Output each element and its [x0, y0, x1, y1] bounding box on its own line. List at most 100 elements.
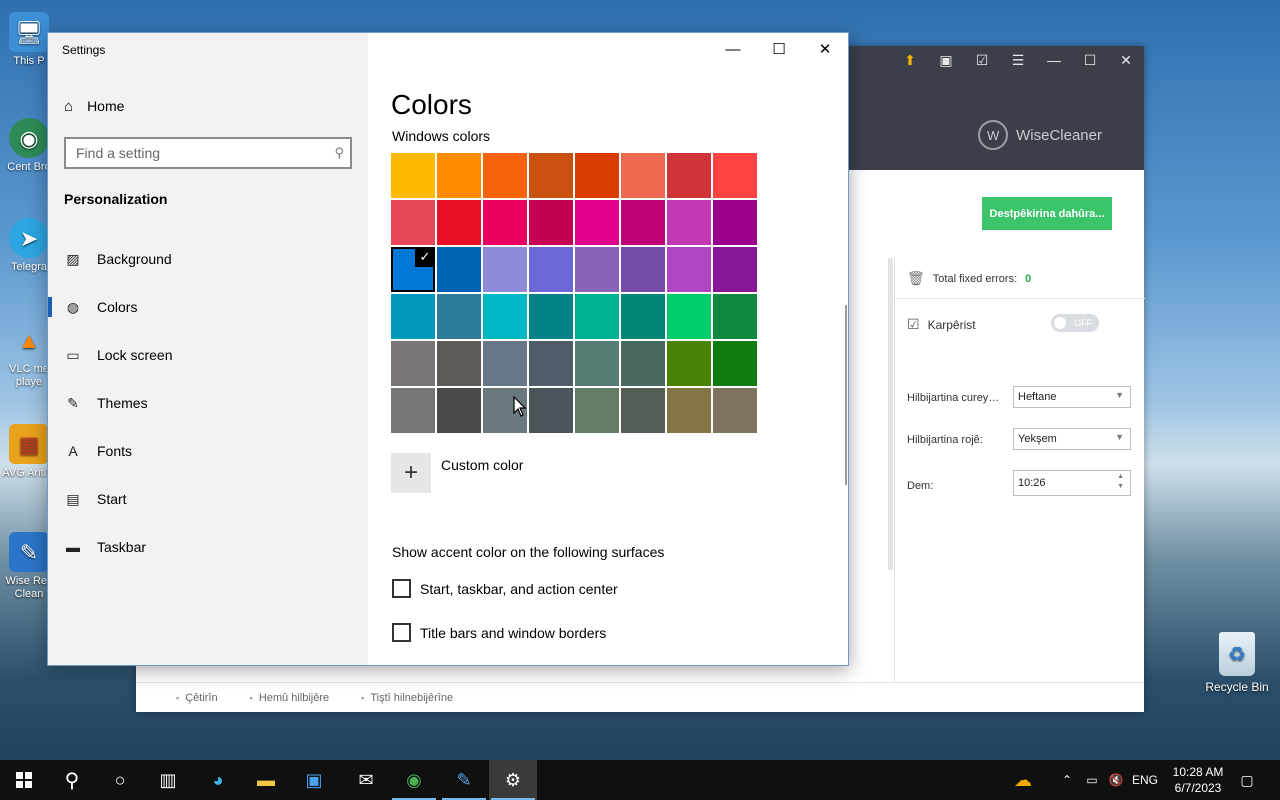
nav-item-colors[interactable]: ◍ Colors: [48, 289, 368, 325]
maximize-button[interactable]: ☐: [756, 33, 802, 65]
stepper-arrows-icon[interactable]: ▲ ▼: [1117, 472, 1124, 492]
color-swatch[interactable]: [621, 200, 665, 245]
color-swatch[interactable]: ✓: [391, 247, 435, 292]
color-swatch[interactable]: [667, 200, 711, 245]
frequency-select[interactable]: Heftane ▼: [1013, 386, 1131, 408]
color-swatch[interactable]: [483, 200, 527, 245]
footer-link-select-all[interactable]: Hemû hilbijêre: [250, 692, 329, 704]
color-swatch[interactable]: [437, 200, 481, 245]
color-swatch[interactable]: [437, 388, 481, 433]
volume-muted-icon[interactable]: 🔇: [1106, 760, 1126, 800]
color-swatch[interactable]: [713, 294, 757, 339]
color-swatch[interactable]: [437, 341, 481, 386]
color-swatch[interactable]: [621, 388, 665, 433]
color-swatch[interactable]: [575, 247, 619, 292]
color-swatch[interactable]: [483, 294, 527, 339]
nav-item-lock-screen[interactable]: ▭ Lock screen: [48, 337, 368, 373]
color-swatch[interactable]: [483, 153, 527, 198]
custom-color-button[interactable]: + Custom color: [391, 453, 523, 493]
nav-item-themes[interactable]: ✎ Themes: [48, 385, 368, 421]
checkbox-title-bars[interactable]: Title bars and window borders: [392, 623, 606, 642]
color-swatch[interactable]: [667, 388, 711, 433]
color-swatch[interactable]: [391, 294, 435, 339]
language-indicator[interactable]: ENG: [1132, 760, 1158, 800]
color-swatch[interactable]: [713, 388, 757, 433]
color-swatch[interactable]: [667, 294, 711, 339]
action-center-icon[interactable]: ▢: [1236, 760, 1258, 800]
minimize-button[interactable]: —: [710, 33, 756, 65]
color-swatch[interactable]: [713, 247, 757, 292]
color-swatch[interactable]: [483, 247, 527, 292]
nav-item-background[interactable]: ▨ Background: [48, 241, 368, 277]
color-swatch[interactable]: [575, 200, 619, 245]
content-scrollbar[interactable]: [845, 305, 847, 485]
minimize-button[interactable]: —: [1036, 46, 1072, 74]
color-swatch[interactable]: [391, 388, 435, 433]
color-swatch[interactable]: [667, 153, 711, 198]
wise-cleaner-taskbar-icon[interactable]: ✎: [440, 760, 488, 800]
color-swatch[interactable]: [529, 247, 573, 292]
nav-item-fonts[interactable]: A Fonts: [48, 433, 368, 469]
color-swatch[interactable]: [621, 247, 665, 292]
file-explorer-icon[interactable]: ▬: [242, 760, 290, 800]
color-swatch[interactable]: [437, 294, 481, 339]
color-swatch[interactable]: [529, 294, 573, 339]
mail-icon[interactable]: ✉: [342, 760, 390, 800]
start-button[interactable]: [0, 760, 48, 800]
color-swatch[interactable]: [621, 153, 665, 198]
color-swatch[interactable]: [575, 388, 619, 433]
start-scan-button[interactable]: Destpêkirina dahûra...: [982, 197, 1112, 230]
color-swatch[interactable]: [575, 294, 619, 339]
color-swatch[interactable]: [713, 341, 757, 386]
cortana-icon[interactable]: ○: [96, 760, 144, 800]
color-swatch[interactable]: [575, 341, 619, 386]
menu-icon[interactable]: ☰: [1000, 46, 1036, 74]
color-swatch[interactable]: [391, 200, 435, 245]
time-stepper[interactable]: 10:26 ▲ ▼: [1013, 470, 1131, 496]
edge-icon[interactable]: ◕: [194, 760, 242, 800]
checkbox[interactable]: [392, 579, 411, 598]
color-swatch[interactable]: [529, 153, 573, 198]
color-swatch[interactable]: [529, 341, 573, 386]
footer-link-best[interactable]: Çêtirîn: [176, 692, 217, 704]
chevron-up-icon[interactable]: ⌃: [1058, 760, 1076, 800]
color-swatch[interactable]: [437, 247, 481, 292]
color-swatch[interactable]: [529, 388, 573, 433]
color-swatch[interactable]: [437, 153, 481, 198]
color-swatch[interactable]: [667, 341, 711, 386]
desktop-icon-recycle-bin[interactable]: ♻ Recycle Bin: [1200, 632, 1274, 694]
schedule-toggle[interactable]: OFF: [1051, 314, 1099, 332]
color-swatch[interactable]: [391, 341, 435, 386]
color-swatch[interactable]: [391, 153, 435, 198]
nav-item-start[interactable]: ▤ Start: [48, 481, 368, 517]
weather-icon[interactable]: ☁: [1010, 760, 1036, 800]
upgrade-icon[interactable]: ⬆: [892, 46, 928, 74]
browser-taskbar-icon[interactable]: ◉: [390, 760, 438, 800]
color-swatch[interactable]: [483, 341, 527, 386]
clock[interactable]: 10:28 AM 6/7/2023: [1160, 764, 1236, 796]
color-swatch[interactable]: [621, 294, 665, 339]
feedback-icon[interactable]: ▣: [928, 46, 964, 74]
close-button[interactable]: ✕: [802, 33, 848, 65]
home-link[interactable]: ⌂ Home: [64, 95, 124, 117]
close-button[interactable]: ✕: [1108, 46, 1144, 74]
day-select[interactable]: Yekşem ▼: [1013, 428, 1131, 450]
wisecleaner-scrollbar[interactable]: [888, 258, 893, 570]
search-icon[interactable]: ⚲: [334, 145, 344, 161]
checkbox-start-taskbar[interactable]: Start, taskbar, and action center: [392, 579, 618, 598]
color-swatch[interactable]: [667, 247, 711, 292]
search-input[interactable]: [66, 139, 316, 167]
color-swatch[interactable]: [713, 200, 757, 245]
store-icon[interactable]: ▣: [290, 760, 338, 800]
settings-taskbar-icon[interactable]: ⚙: [489, 760, 537, 800]
notes-icon[interactable]: ☑: [964, 46, 1000, 74]
color-swatch[interactable]: [529, 200, 573, 245]
color-swatch[interactable]: [713, 153, 757, 198]
task-view-icon[interactable]: ▥: [144, 760, 192, 800]
color-swatch[interactable]: [621, 341, 665, 386]
color-swatch[interactable]: [575, 153, 619, 198]
footer-link-select-none[interactable]: Tiştî hilnebijêrîne: [361, 692, 453, 704]
search-icon[interactable]: ⚲: [48, 760, 96, 800]
nav-item-taskbar[interactable]: ▬ Taskbar: [48, 529, 368, 565]
network-icon[interactable]: ▭: [1082, 760, 1102, 800]
